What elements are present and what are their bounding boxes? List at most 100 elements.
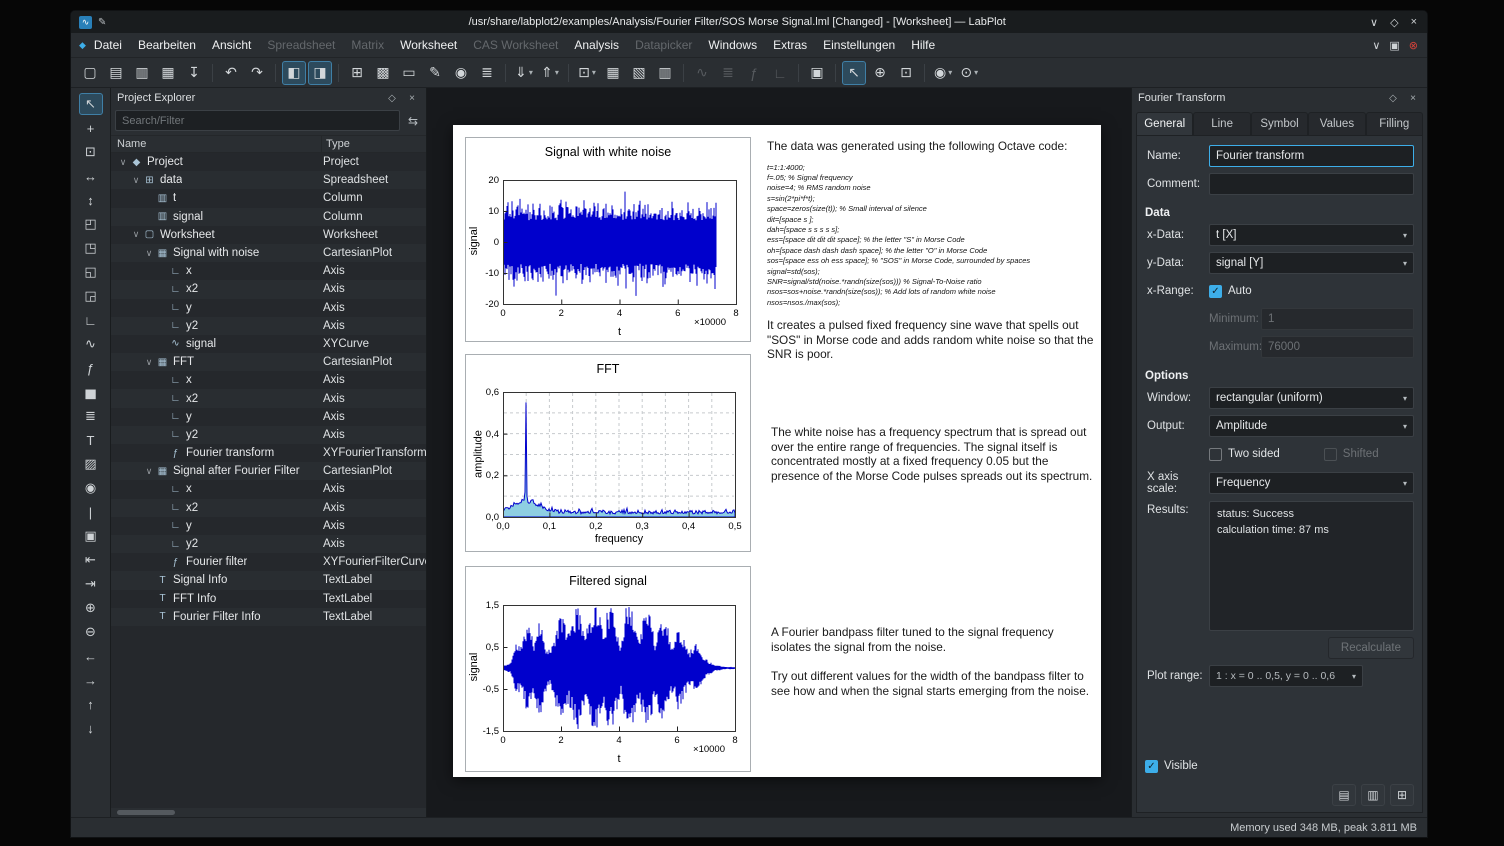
tree-row-t[interactable]: ▥tColumn bbox=[111, 189, 426, 207]
fourier-filter-curve[interactable] bbox=[503, 607, 735, 729]
plot-canvas-3[interactable] bbox=[503, 605, 736, 732]
tree-row-fourier-transform[interactable]: ƒFourier transformXYFourierTransformCurv… bbox=[111, 444, 426, 462]
menu-windows[interactable]: Windows bbox=[700, 38, 765, 52]
tree-row-x[interactable]: ∟xAxis bbox=[111, 371, 426, 389]
menu-hilfe[interactable]: Hilfe bbox=[903, 38, 943, 52]
horizontal-scrollbar[interactable] bbox=[111, 808, 426, 817]
tree-row-fourier-filter[interactable]: ƒFourier filterXYFourierFilterCurve bbox=[111, 553, 426, 571]
tree-row-y2[interactable]: ∟y2Axis bbox=[111, 426, 426, 444]
menu-datei[interactable]: Datei bbox=[86, 38, 130, 52]
new-matrix-button[interactable]: ▩ bbox=[371, 61, 395, 85]
expander-icon[interactable]: ∨ bbox=[117, 157, 129, 168]
add-xy-curve-button[interactable]: ∿ bbox=[79, 333, 103, 355]
tab-general[interactable]: General bbox=[1136, 112, 1193, 135]
tree-row-fft[interactable]: ∨▦FFTCartesianPlot bbox=[111, 353, 426, 371]
expander-icon[interactable]: ∨ bbox=[130, 175, 142, 186]
tree-row-fft-info[interactable]: TFFT InfoTextLabel bbox=[111, 590, 426, 608]
add-plot-template-4-button[interactable]: ◲ bbox=[79, 285, 103, 307]
minimize-icon[interactable]: ∨ bbox=[1370, 16, 1378, 29]
new-project-button[interactable]: ▢ bbox=[78, 61, 102, 85]
dock-close-icon[interactable]: × bbox=[1405, 93, 1421, 104]
tree-row-y[interactable]: ∟yAxis bbox=[111, 299, 426, 317]
add-histogram-button[interactable]: ▅ bbox=[79, 381, 103, 403]
magnification-combo-button[interactable]: ⊙▾ bbox=[957, 61, 981, 85]
titlebar[interactable]: ∿ ✎ /usr/share/labplot2/examples/Analysi… bbox=[71, 11, 1427, 33]
add-custom-point-button[interactable]: ◉ bbox=[79, 477, 103, 499]
expander-icon[interactable]: ∨ bbox=[143, 357, 155, 368]
fit-page-button[interactable]: ▧ bbox=[627, 61, 651, 85]
shift-down-button[interactable]: ↓ bbox=[79, 717, 103, 739]
grid-settings-button[interactable]: ▦ bbox=[601, 61, 625, 85]
output-select[interactable]: Amplitude ▾ bbox=[1209, 415, 1414, 437]
zoom-x-select-mode-button[interactable]: ↔ bbox=[79, 165, 103, 187]
new-datapicker-button[interactable]: ◉ bbox=[449, 61, 473, 85]
expander-icon[interactable]: ∨ bbox=[143, 466, 155, 477]
tree-row-signal[interactable]: ▥signalColumn bbox=[111, 208, 426, 226]
worksheet-page[interactable]: The data was generated using the followi… bbox=[453, 125, 1101, 777]
dock-float-icon[interactable]: ◇ bbox=[384, 93, 400, 104]
tree-row-signal-info[interactable]: TSignal InfoTextLabel bbox=[111, 571, 426, 589]
comment-input[interactable] bbox=[1209, 173, 1414, 195]
tree-row-signal[interactable]: ∿signalXYCurve bbox=[111, 335, 426, 353]
menu-einstellungen[interactable]: Einstellungen bbox=[815, 38, 903, 52]
signal-info-text-label[interactable]: The data was generated using the followi… bbox=[767, 139, 1097, 362]
load-template-button[interactable]: ▤ bbox=[1332, 784, 1356, 806]
add-axis-button[interactable]: ∟ bbox=[79, 309, 103, 331]
tree-row-x2[interactable]: ∟x2Axis bbox=[111, 389, 426, 407]
tree-row-x[interactable]: ∟xAxis bbox=[111, 480, 426, 498]
add-plot-template-1-button[interactable]: ◰ bbox=[79, 213, 103, 235]
zoom-select-mode-button[interactable]: ⊡ bbox=[79, 141, 103, 163]
tab-line[interactable]: Line bbox=[1193, 112, 1250, 135]
tree-row-signal-with-noise[interactable]: ∨▦Signal with noiseCartesianPlot bbox=[111, 244, 426, 262]
noise-signal-curve[interactable] bbox=[503, 192, 716, 296]
tree-row-x2[interactable]: ∟x2Axis bbox=[111, 499, 426, 517]
new-live-data-button[interactable]: ≣ bbox=[475, 61, 499, 85]
dock-close-icon[interactable]: × bbox=[404, 93, 420, 104]
edit-layout-button[interactable]: ▣ bbox=[805, 61, 829, 85]
print-preview-button[interactable]: ↧ bbox=[182, 61, 206, 85]
menu-extras[interactable]: Extras bbox=[765, 38, 815, 52]
ydata-select[interactable]: signal [Y] ▾ bbox=[1209, 252, 1414, 274]
new-notes-button[interactable]: ✎ bbox=[423, 61, 447, 85]
toggle-project-explorer-button[interactable]: ◧ bbox=[282, 61, 306, 85]
search-input[interactable] bbox=[115, 110, 400, 131]
name-input[interactable] bbox=[1209, 145, 1414, 167]
child-shade-icon[interactable]: ∨ bbox=[1372, 39, 1380, 52]
tree-row-worksheet[interactable]: ∨▢WorksheetWorksheet bbox=[111, 226, 426, 244]
tree-row-fourier-filter-info[interactable]: TFourier Filter InfoTextLabel bbox=[111, 608, 426, 626]
plot-canvas-1[interactable] bbox=[503, 180, 737, 305]
project-explorer-header[interactable]: Project Explorer ◇ × bbox=[111, 88, 426, 108]
add-plot-template-3-button[interactable]: ◱ bbox=[79, 261, 103, 283]
xaxis-scale-select[interactable]: Frequency ▾ bbox=[1209, 472, 1414, 494]
add-plot-template-2-button[interactable]: ◳ bbox=[79, 237, 103, 259]
new-spreadsheet-button[interactable]: ⊞ bbox=[345, 61, 369, 85]
print-button[interactable]: ▦ bbox=[156, 61, 180, 85]
tab-values[interactable]: Values bbox=[1308, 112, 1365, 135]
visible-checkbox[interactable]: ✓ bbox=[1145, 760, 1158, 773]
pin-icon[interactable]: ✎ bbox=[98, 17, 106, 28]
undo-button[interactable]: ↶ bbox=[219, 61, 243, 85]
two-sided-checkbox[interactable] bbox=[1209, 448, 1222, 461]
select-mode-button[interactable]: ↖ bbox=[842, 61, 866, 85]
column-header-name[interactable]: Name bbox=[111, 136, 322, 152]
export-dropdown-button[interactable]: ⇑▾ bbox=[538, 61, 562, 85]
close-icon[interactable]: × bbox=[1411, 16, 1417, 29]
child-close-icon[interactable]: ⊗ bbox=[1409, 39, 1418, 52]
new-worksheet-button[interactable]: ▭ bbox=[397, 61, 421, 85]
menu-worksheet[interactable]: Worksheet bbox=[392, 38, 465, 52]
child-restore-icon[interactable]: ▣ bbox=[1389, 39, 1399, 52]
xdata-select[interactable]: t [X] ▾ bbox=[1209, 224, 1414, 246]
add-text-label-button[interactable]: T bbox=[79, 429, 103, 451]
redo-button[interactable]: ↷ bbox=[245, 61, 269, 85]
expander-icon[interactable]: ∨ bbox=[130, 229, 142, 240]
save-project-button[interactable]: ▥ bbox=[130, 61, 154, 85]
zoom-y-select-mode-button[interactable]: ↕ bbox=[79, 189, 103, 211]
tree-row-data[interactable]: ∨⊞dataSpreadsheet bbox=[111, 171, 426, 189]
save-default-button[interactable]: ⊞ bbox=[1390, 784, 1414, 806]
menu-bearbeiten[interactable]: Bearbeiten bbox=[130, 38, 204, 52]
toggle-properties-explorer-button[interactable]: ◨ bbox=[308, 61, 332, 85]
add-reference-line-button[interactable]: | bbox=[79, 501, 103, 523]
filter-options-icon[interactable]: ⇆ bbox=[404, 114, 422, 128]
tree-row-signal-after-fourier-filter[interactable]: ∨▦Signal after Fourier FilterCartesianPl… bbox=[111, 462, 426, 480]
zoom-select-mode-button[interactable]: ⊡ bbox=[894, 61, 918, 85]
